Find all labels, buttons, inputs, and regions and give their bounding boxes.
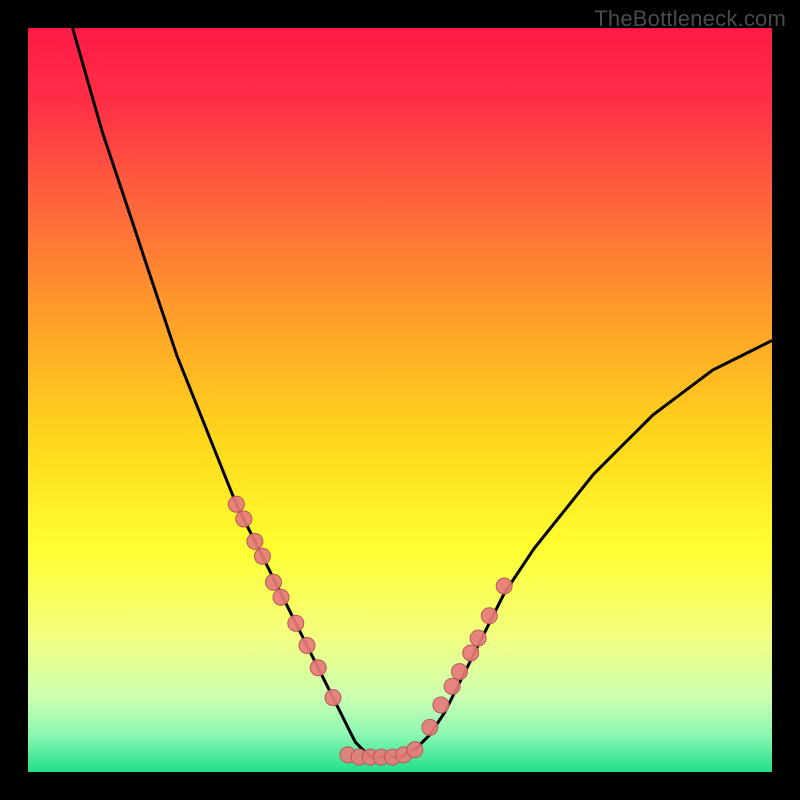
marker-left-cluster xyxy=(299,638,315,654)
marker-right-cluster xyxy=(433,697,449,713)
marker-left-cluster xyxy=(288,615,304,631)
marker-left-cluster xyxy=(247,533,263,549)
marker-right-cluster xyxy=(481,608,497,624)
marker-left-cluster xyxy=(273,589,289,605)
marker-right-cluster xyxy=(463,645,479,661)
marker-left-cluster xyxy=(310,660,326,676)
gradient-background xyxy=(28,28,772,772)
marker-left-cluster xyxy=(254,548,270,564)
marker-right-cluster xyxy=(452,664,468,680)
chart-svg xyxy=(28,28,772,772)
marker-left-cluster xyxy=(228,496,244,512)
marker-right-cluster xyxy=(496,578,512,594)
marker-bottom-cluster xyxy=(407,742,423,758)
marker-right-cluster xyxy=(470,630,486,646)
marker-left-cluster xyxy=(266,574,282,590)
outer-frame: TheBottleneck.com xyxy=(0,0,800,800)
plot-area xyxy=(28,28,772,772)
marker-left-cluster xyxy=(236,511,252,527)
marker-right-cluster xyxy=(444,678,460,694)
marker-left-cluster xyxy=(325,690,341,706)
marker-right-cluster xyxy=(422,719,438,735)
